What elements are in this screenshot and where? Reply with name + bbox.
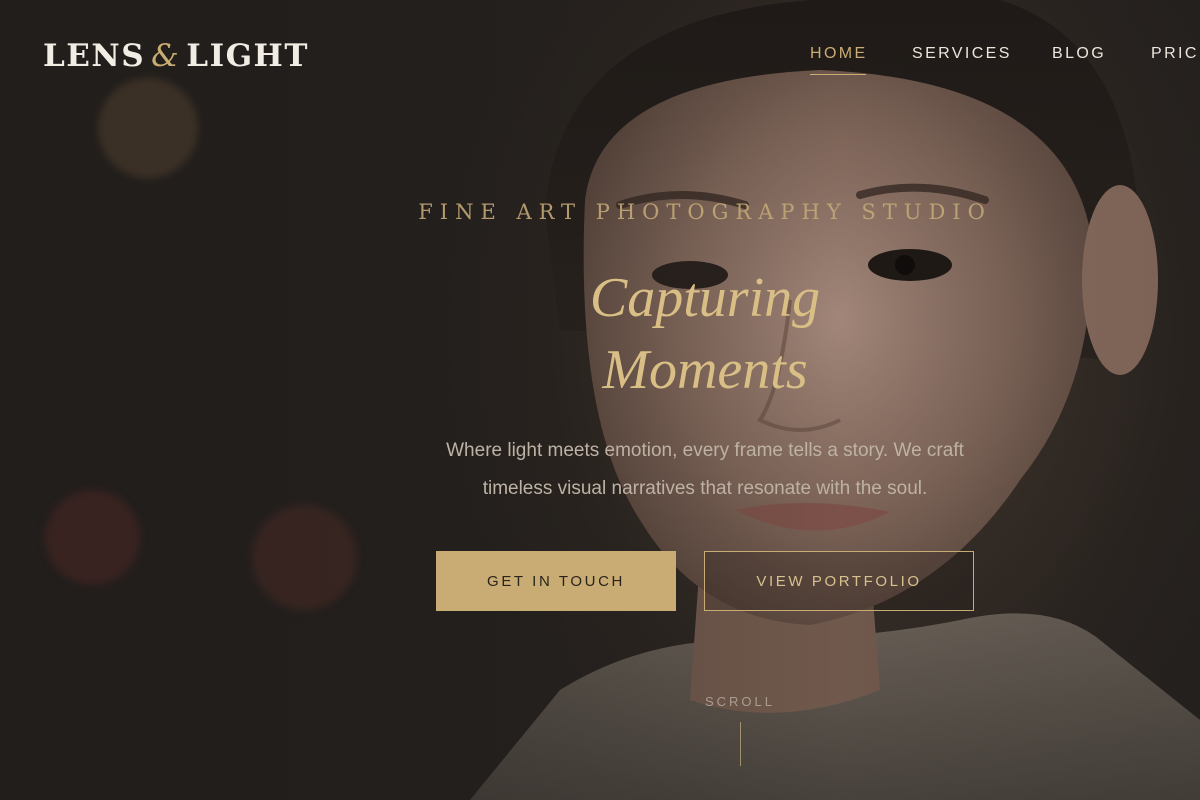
scroll-indicator-line	[740, 722, 741, 766]
nav-item-label: SERVICES	[912, 45, 1012, 62]
nav-item-pricing[interactable]: PRICI	[1151, 45, 1200, 63]
scroll-indicator-label[interactable]: SCROLL	[690, 694, 790, 709]
bokeh-light	[252, 505, 357, 610]
view-portfolio-button[interactable]: VIEW PORTFOLIO	[704, 551, 974, 611]
hero-page: LENS&LIGHT HOME SERVICES BLOG PRICI FINE…	[0, 0, 1200, 800]
bokeh-light	[45, 490, 140, 585]
hero-eyebrow: FINE ART PHOTOGRAPHY STUDIO	[418, 200, 992, 224]
subtext-line-2: timeless visual narratives that resonate…	[482, 478, 928, 499]
get-in-touch-button[interactable]: GET IN TOUCH	[436, 551, 676, 611]
headline-line-2: Moments	[602, 339, 808, 401]
nav-item-services[interactable]: SERVICES	[912, 45, 1012, 63]
bokeh-light	[98, 78, 198, 178]
hero-headline: Capturing Moments	[450, 262, 960, 406]
main-navigation: HOME SERVICES BLOG PRICI	[0, 45, 1200, 85]
headline-line-1: Capturing	[589, 267, 821, 329]
button-label: GET IN TOUCH	[487, 572, 625, 590]
hero-subtext: Where light meets emotion, every frame t…	[395, 432, 1015, 508]
nav-item-label: PRICI	[1151, 45, 1200, 62]
button-label: VIEW PORTFOLIO	[756, 572, 922, 590]
active-nav-indicator	[810, 74, 866, 75]
nav-item-blog[interactable]: BLOG	[1052, 45, 1106, 63]
subtext-line-1: Where light meets emotion, every frame t…	[446, 440, 964, 461]
nav-item-label: HOME	[810, 45, 868, 62]
nav-item-label: BLOG	[1052, 45, 1107, 62]
nav-item-home[interactable]: HOME	[810, 45, 868, 75]
